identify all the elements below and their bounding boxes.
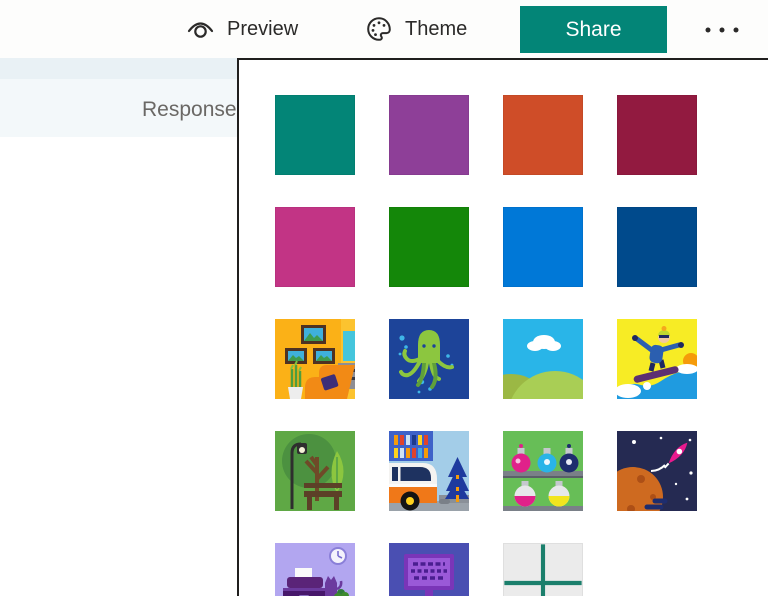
preview-label: Preview — [227, 18, 298, 41]
octopus-illustration-icon — [389, 319, 469, 399]
theme-swatch-purple[interactable] — [389, 95, 469, 175]
theme-tile-park[interactable] — [275, 431, 355, 511]
eye-icon — [187, 18, 214, 40]
space-illustration-icon — [617, 431, 697, 511]
city-bus-illustration-icon — [389, 431, 469, 511]
theme-swatch-teal[interactable] — [275, 95, 355, 175]
top-toolbar: Preview Theme Share — [0, 0, 768, 58]
hills-illustration-icon — [503, 319, 583, 399]
theme-tile-octopus[interactable] — [389, 319, 469, 399]
theme-swatch-magenta[interactable] — [275, 207, 355, 287]
ellipsis-icon — [703, 26, 741, 34]
theme-grid — [275, 95, 697, 596]
preview-button[interactable]: Preview — [187, 0, 298, 58]
theme-tile-chemistry-lab[interactable] — [503, 431, 583, 511]
park-illustration-icon — [275, 431, 355, 511]
theme-button[interactable]: Theme — [366, 0, 467, 58]
theme-tile-living-room[interactable] — [275, 319, 355, 399]
snowboarder-illustration-icon — [617, 319, 697, 399]
theme-tile-typewriter-desk[interactable] — [275, 543, 355, 596]
living-room-illustration-icon — [275, 319, 355, 399]
theme-label: Theme — [405, 18, 467, 41]
theme-swatch-green[interactable] — [389, 207, 469, 287]
theme-tile-city-bus[interactable] — [389, 431, 469, 511]
theme-swatch-navy[interactable] — [617, 207, 697, 287]
theme-picker-panel — [237, 58, 768, 596]
share-button[interactable]: Share — [520, 6, 667, 53]
add-custom-theme-button[interactable] — [503, 543, 583, 596]
typewriter-desk-illustration-icon — [275, 543, 355, 596]
more-options-button[interactable] — [698, 13, 746, 47]
theme-tile-snowboarder[interactable] — [617, 319, 697, 399]
theme-swatch-blue[interactable] — [503, 207, 583, 287]
tab-responses[interactable]: Response — [142, 98, 237, 122]
theme-swatch-orange[interactable] — [503, 95, 583, 175]
theme-tile-presentation-screen[interactable] — [389, 543, 469, 596]
theme-tile-space[interactable] — [617, 431, 697, 511]
plus-icon — [503, 543, 583, 596]
share-label: Share — [565, 18, 621, 42]
forms-app-window: Preview Theme Share — [0, 0, 768, 596]
theme-swatch-maroon[interactable] — [617, 95, 697, 175]
chemistry-lab-illustration-icon — [503, 431, 583, 511]
palette-icon — [366, 16, 392, 42]
theme-tile-hills[interactable] — [503, 319, 583, 399]
presentation-screen-illustration-icon — [389, 543, 469, 596]
